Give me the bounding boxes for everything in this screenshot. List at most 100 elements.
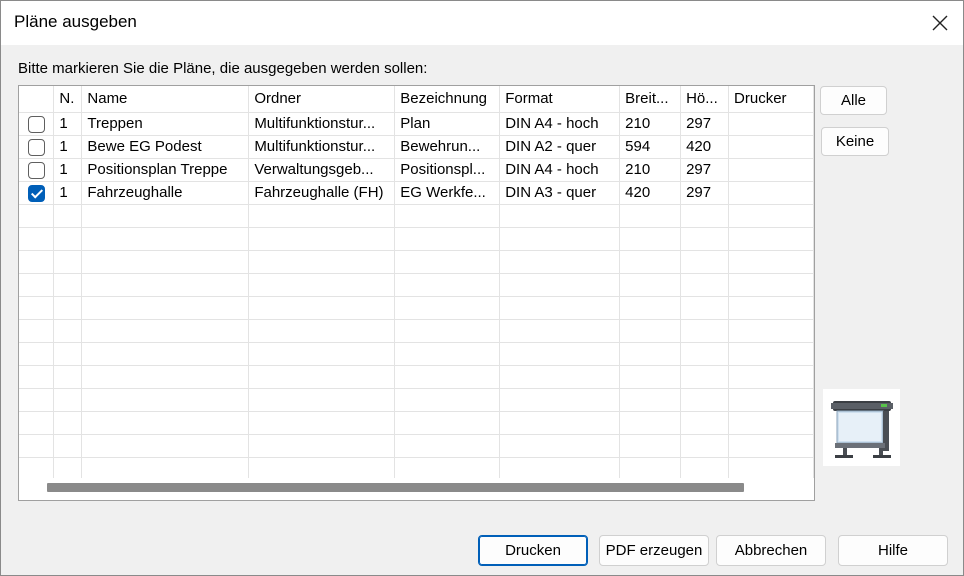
col-header-bezeichnung[interactable]: Bezeichnung bbox=[394, 86, 501, 113]
row-checkbox[interactable] bbox=[27, 115, 45, 133]
empty-cell bbox=[499, 319, 621, 343]
plans-grid[interactable]: N. Name Ordner Bezeichnung Format Breit.… bbox=[18, 85, 815, 501]
empty-cell bbox=[499, 204, 621, 228]
empty-cell bbox=[394, 434, 501, 458]
empty-cell bbox=[81, 342, 250, 366]
empty-cell bbox=[81, 273, 250, 297]
empty-cell bbox=[53, 296, 83, 320]
header-row: N. Name Ordner Bezeichnung Format Breit.… bbox=[19, 86, 814, 113]
empty-cell bbox=[19, 411, 55, 435]
empty-cell bbox=[53, 227, 83, 251]
col-header-drucker[interactable]: Drucker bbox=[728, 86, 814, 113]
empty-cell bbox=[619, 204, 682, 228]
cell-bezeichnung: Positionspl... bbox=[394, 158, 501, 182]
row-checkbox[interactable] bbox=[27, 138, 45, 156]
table-row[interactable]: 1 Positionsplan Treppe Verwaltungsgeb... Po… bbox=[19, 158, 814, 182]
empty-cell bbox=[680, 204, 730, 228]
empty-cell bbox=[248, 319, 396, 343]
empty-cell bbox=[248, 296, 396, 320]
cell-format: DIN A3 - quer bbox=[499, 181, 621, 205]
horizontal-scrollbar[interactable] bbox=[19, 478, 814, 500]
empty-cell bbox=[619, 365, 682, 389]
col-header-name[interactable]: Name bbox=[81, 86, 250, 113]
empty-cell bbox=[394, 342, 501, 366]
empty-cell bbox=[53, 319, 83, 343]
create-pdf-button[interactable]: PDF erzeugen bbox=[599, 535, 709, 566]
empty-cell bbox=[81, 296, 250, 320]
col-header-format[interactable]: Format bbox=[499, 86, 621, 113]
empty-cell bbox=[619, 434, 682, 458]
empty-row bbox=[19, 296, 814, 320]
cell-bezeichnung: Bewehrun... bbox=[394, 135, 501, 159]
empty-cell bbox=[394, 273, 501, 297]
empty-cell bbox=[19, 204, 55, 228]
select-all-button[interactable]: Alle bbox=[820, 86, 887, 115]
cell-n: 1 bbox=[53, 181, 83, 205]
empty-cell bbox=[248, 250, 396, 274]
col-header-hoehe[interactable]: Hö... bbox=[680, 86, 730, 113]
col-header-n[interactable]: N. bbox=[53, 86, 83, 113]
empty-row bbox=[19, 204, 814, 228]
empty-cell bbox=[728, 204, 814, 228]
dialog-window: Pläne ausgeben Bitte markieren Sie die P… bbox=[0, 0, 964, 576]
cell-drucker bbox=[728, 112, 814, 136]
cell-name: Positionsplan Treppe bbox=[81, 158, 250, 182]
close-button[interactable] bbox=[917, 1, 963, 45]
empty-cell bbox=[248, 204, 396, 228]
empty-cell bbox=[499, 296, 621, 320]
close-icon bbox=[932, 15, 948, 31]
empty-cell bbox=[19, 365, 55, 389]
empty-row bbox=[19, 342, 814, 366]
empty-cell bbox=[619, 342, 682, 366]
empty-cell bbox=[19, 296, 55, 320]
row-checkbox[interactable] bbox=[27, 184, 45, 202]
instruction-label: Bitte markieren Sie die Pläne, die ausge… bbox=[18, 60, 428, 77]
empty-cell bbox=[248, 365, 396, 389]
table-row[interactable]: 1 Fahrzeughalle Fahrzeughalle (FH) EG Werkf… bbox=[19, 181, 814, 205]
table-row[interactable]: 1 Treppen Multifunktionstur... Plan DIN A4 -… bbox=[19, 112, 814, 136]
empty-cell bbox=[499, 227, 621, 251]
empty-cell bbox=[53, 411, 83, 435]
col-header-ordner[interactable]: Ordner bbox=[248, 86, 396, 113]
cancel-button[interactable]: Abbrechen bbox=[716, 535, 826, 566]
empty-cell bbox=[394, 204, 501, 228]
empty-cell bbox=[248, 342, 396, 366]
empty-cell bbox=[728, 250, 814, 274]
cell-format: DIN A4 - hoch bbox=[499, 158, 621, 182]
empty-cell bbox=[53, 204, 83, 228]
checkbox-cell bbox=[19, 135, 55, 159]
empty-cell bbox=[81, 365, 250, 389]
table-row[interactable]: 1 Bewe EG Podest Multifunktionstur... Beweh… bbox=[19, 135, 814, 159]
empty-cell bbox=[394, 296, 501, 320]
col-header-check[interactable] bbox=[19, 86, 55, 113]
empty-cell bbox=[728, 319, 814, 343]
col-header-breite[interactable]: Breit... bbox=[619, 86, 682, 113]
print-button[interactable]: Drucken bbox=[478, 535, 588, 566]
empty-cell bbox=[728, 365, 814, 389]
empty-row bbox=[19, 227, 814, 251]
empty-cell bbox=[728, 296, 814, 320]
empty-cell bbox=[499, 434, 621, 458]
cell-name: Treppen bbox=[81, 112, 250, 136]
cell-n: 1 bbox=[53, 135, 83, 159]
empty-cell bbox=[680, 411, 730, 435]
window-title: Pläne ausgeben bbox=[14, 12, 137, 31]
empty-cell bbox=[394, 319, 501, 343]
cell-ordner: Verwaltungsgeb... bbox=[248, 158, 396, 182]
cell-format: DIN A2 - quer bbox=[499, 135, 621, 159]
cell-hoehe: 420 bbox=[680, 135, 730, 159]
empty-row bbox=[19, 434, 814, 458]
empty-cell bbox=[680, 434, 730, 458]
cell-hoehe: 297 bbox=[680, 112, 730, 136]
empty-cell bbox=[499, 250, 621, 274]
select-none-button[interactable]: Keine bbox=[821, 127, 889, 156]
empty-cell bbox=[619, 296, 682, 320]
row-checkbox[interactable] bbox=[27, 161, 45, 179]
empty-cell bbox=[499, 342, 621, 366]
checkbox-cell bbox=[19, 112, 55, 136]
cell-n: 1 bbox=[53, 112, 83, 136]
empty-cell bbox=[248, 434, 396, 458]
scrollbar-thumb[interactable] bbox=[47, 483, 744, 492]
cell-n: 1 bbox=[53, 158, 83, 182]
help-button[interactable]: Hilfe bbox=[838, 535, 948, 566]
